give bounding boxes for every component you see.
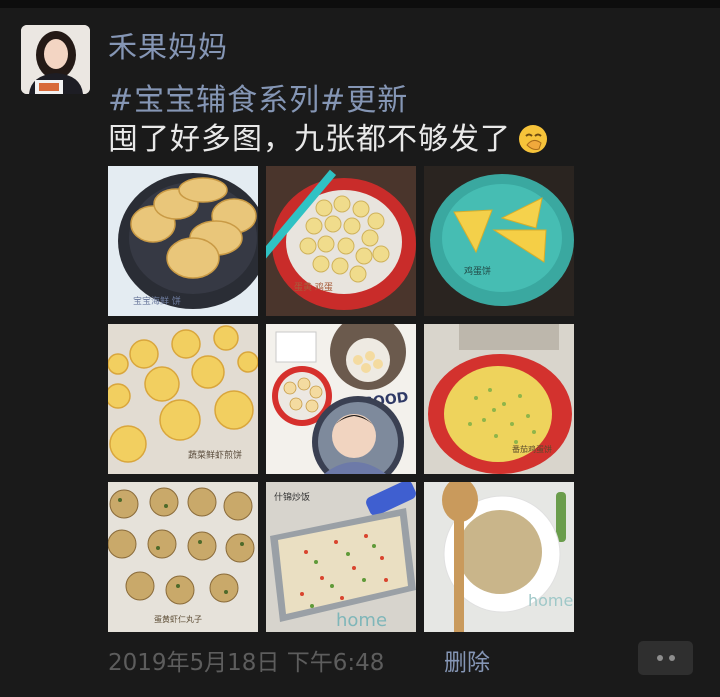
avatar[interactable] (21, 25, 90, 94)
photo-9-caption: home (528, 591, 573, 610)
photo-grid: 宝宝海鲜 饼 蛋黄 鸡蛋 鸡蛋饼 蔬菜鲜虾煎饼 GOOD 番茄鸡蛋饼 蛋黄虾仁丸… (108, 166, 574, 633)
photo-9[interactable]: home (424, 482, 574, 632)
photo-8-caption: 什锦炒饭 (274, 491, 310, 503)
photo-5[interactable]: GOOD (266, 324, 416, 474)
photo-6[interactable]: 番茄鸡蛋饼 (424, 324, 574, 474)
more-dots-icon[interactable] (638, 641, 693, 675)
photo-3-caption: 鸡蛋饼 (464, 265, 491, 277)
photo-7[interactable]: 蛋黄虾仁丸子 (108, 482, 258, 632)
photo-4[interactable]: 蔬菜鲜虾煎饼 (108, 324, 258, 474)
face-with-hand-over-mouth-icon (517, 123, 549, 163)
username[interactable]: 禾果妈妈 (108, 24, 228, 66)
more-dot-1 (657, 655, 663, 661)
timestamp: 2019年5月18日 下午6:48 (108, 650, 385, 676)
post-text: 囤了好多图，九张都不够发了 (108, 114, 549, 163)
more-dot-2 (669, 655, 675, 661)
photo-1[interactable]: 宝宝海鲜 饼 (108, 166, 258, 316)
hashtag-update[interactable]: #更新 (320, 83, 408, 118)
top-bar (0, 0, 720, 8)
hashtag-baby-food[interactable]: #宝宝辅食系列 (108, 83, 320, 118)
photo-2[interactable]: 蛋黄 鸡蛋 (266, 166, 416, 316)
delete-button[interactable]: 删除 (444, 643, 490, 677)
photo-3[interactable]: 鸡蛋饼 (424, 166, 574, 316)
photo-7-caption: 蛋黄虾仁丸子 (154, 614, 202, 624)
photo-4-caption: 蔬菜鲜虾煎饼 (188, 449, 242, 461)
hashtags: #宝宝辅食系列#更新 (108, 75, 408, 119)
post-text-content: 囤了好多图，九张都不够发了 (108, 122, 511, 157)
photo-1-caption: 宝宝海鲜 饼 (133, 295, 181, 307)
photo-2-caption: 蛋黄 鸡蛋 (294, 281, 333, 293)
svg-text:home: home (336, 610, 387, 631)
photo-8[interactable]: 什锦炒饭 home (266, 482, 416, 632)
photo-6-caption: 番茄鸡蛋饼 (512, 444, 552, 454)
